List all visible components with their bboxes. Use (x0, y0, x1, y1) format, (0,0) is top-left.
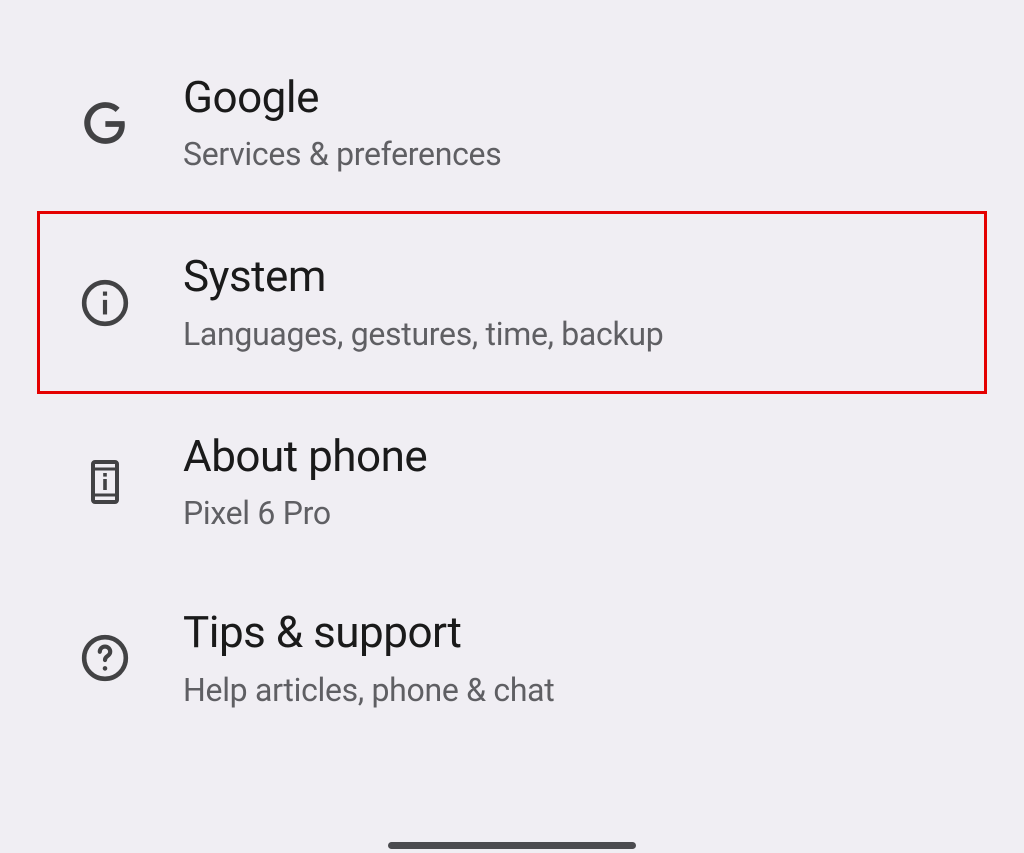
item-title: Google (183, 73, 501, 121)
settings-list: Google Services & preferences System Lan… (0, 0, 1024, 747)
item-title: Tips & support (183, 608, 554, 656)
settings-item-about-phone[interactable]: About phone Pixel 6 Pro (0, 394, 1024, 570)
settings-item-tips-support[interactable]: Tips & support Help articles, phone & ch… (0, 570, 1024, 746)
settings-item-google[interactable]: Google Services & preferences (0, 35, 1024, 211)
item-text: System Languages, gestures, time, backup (183, 252, 663, 352)
item-subtitle: Pixel 6 Pro (183, 494, 427, 532)
settings-item-system[interactable]: System Languages, gestures, time, backup (37, 211, 987, 393)
gesture-nav-handle[interactable] (388, 842, 636, 849)
info-icon (75, 278, 135, 328)
phone-info-icon (75, 458, 135, 506)
help-icon (75, 633, 135, 683)
item-text: About phone Pixel 6 Pro (183, 432, 427, 532)
item-subtitle: Services & preferences (183, 135, 501, 173)
item-text: Google Services & preferences (183, 73, 501, 173)
item-subtitle: Help articles, phone & chat (183, 671, 554, 709)
item-title: About phone (183, 432, 427, 480)
google-icon (75, 98, 135, 148)
item-subtitle: Languages, gestures, time, backup (183, 315, 663, 353)
item-title: System (183, 252, 663, 300)
item-text: Tips & support Help articles, phone & ch… (183, 608, 554, 708)
